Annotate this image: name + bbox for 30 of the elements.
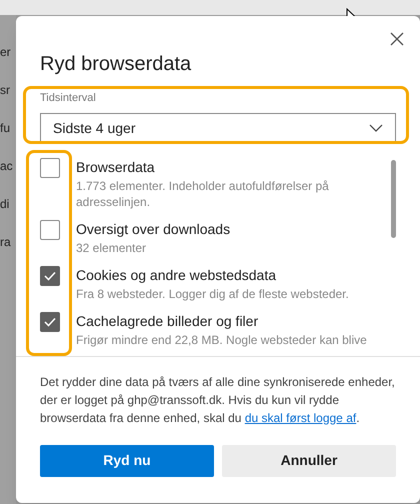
chevron-down-icon <box>369 124 383 132</box>
option-description: 1.773 elementer. Indeholder autofuldførelser på adresselinjen. <box>76 178 330 210</box>
sync-notice: Det rydder dine data på tværs af alle dine synkroniserede enheder, der er logget på ghp@transsoft.dk. Hvis du kun vil rydde browserdata fra denne enhed, skal du du skal først logge af. <box>40 374 396 426</box>
background-text: di <box>0 196 10 213</box>
option-description: Frigør mindre end 22,8 MB. Nogle websteder kan blive <box>76 332 367 348</box>
time-range-dropdown[interactable]: Sidste 4 uger <box>40 112 396 144</box>
background-text: ac <box>0 158 14 175</box>
option-label: Cookies og andre webstedsdata <box>76 266 278 284</box>
scrollbar-thumb[interactable] <box>391 160 396 238</box>
option-description: Fra 8 websteder. Logger dig af de fleste websteder. <box>76 286 349 302</box>
checkbox[interactable] <box>40 266 60 286</box>
option-label: Cachelagrede billeder og filer <box>76 312 260 330</box>
option-label: Browserdata <box>76 158 156 176</box>
field-label: Tidsinterval <box>40 91 97 106</box>
background-text: er <box>0 44 12 61</box>
checkmark-icon <box>44 316 56 326</box>
dialog-title: Ryd browserdata <box>40 52 192 76</box>
background-text: ra <box>0 234 12 251</box>
sign-out-link[interactable]: du skal først logge af <box>244 410 356 424</box>
clear-now-button[interactable]: Ryd nu <box>40 444 214 476</box>
option-label: Oversigt over downloads <box>76 220 230 238</box>
checkbox[interactable] <box>40 220 60 240</box>
background-text: sr <box>0 82 11 99</box>
cancel-button[interactable]: Annuller <box>222 444 396 476</box>
option-description: 32 elementer <box>76 240 148 256</box>
background-text: fu <box>0 120 12 137</box>
checkbox[interactable] <box>40 158 60 178</box>
close-icon[interactable] <box>390 32 404 46</box>
checkbox[interactable] <box>40 312 60 332</box>
checkmark-icon <box>44 270 56 280</box>
